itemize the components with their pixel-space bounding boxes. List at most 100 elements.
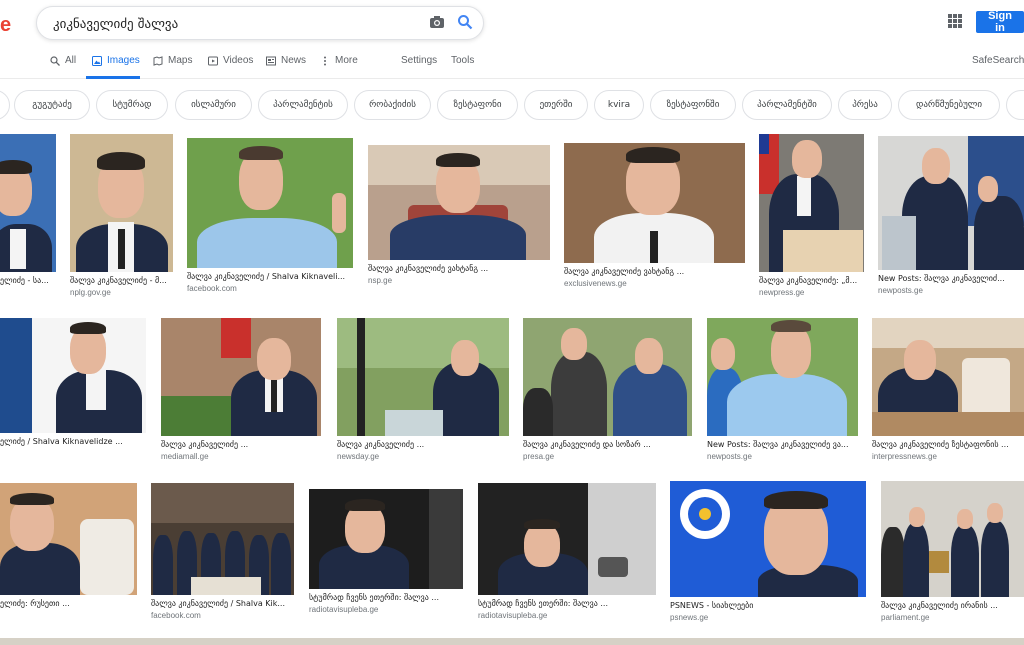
result-caption[interactable]: ელიძე / Shalva Kiknavelidze ... xyxy=(0,437,146,446)
result-thumbnail[interactable] xyxy=(151,483,294,595)
chip[interactable]: ეთერში xyxy=(524,90,588,120)
result-thumbnail[interactable] xyxy=(337,318,509,436)
tab-images[interactable]: Images xyxy=(92,55,140,66)
result-source[interactable]: newposts.ge xyxy=(707,452,858,461)
image-result[interactable]: შალვა კიკნაველიძე ირანის ... parliament.… xyxy=(881,481,1024,622)
sign-in-button[interactable]: Sign in xyxy=(976,10,1024,34)
apps-grid-icon[interactable] xyxy=(948,14,962,28)
image-result[interactable]: შალვა კიკნაველიძე: „მ... newpress.ge xyxy=(759,134,864,297)
result-source[interactable]: presa.ge xyxy=(523,452,692,461)
image-result[interactable]: New Posts: შალვა კიკნაველიძ... newposts.… xyxy=(878,136,1024,295)
image-result[interactable]: შალვა კიკნაველიძე ზესტაფონის ... interpr… xyxy=(872,318,1024,461)
result-caption[interactable]: შალვა კიკნაველიძე ირანის ... xyxy=(881,601,1024,610)
camera-icon[interactable] xyxy=(429,15,445,29)
result-thumbnail[interactable] xyxy=(0,318,146,433)
image-result[interactable]: შალვა კიკნაველიძე / Shalva Kiknaveli... … xyxy=(187,138,353,293)
result-caption[interactable]: შალვა კიკნაველიძე ვახტანგ ... xyxy=(564,267,745,276)
result-source[interactable]: parliament.ge xyxy=(881,613,1024,622)
chip[interactable]: გუგუტაძე xyxy=(14,90,90,120)
image-result[interactable]: ელიძე - სა... xyxy=(0,134,56,288)
result-source[interactable]: nsp.ge xyxy=(368,276,550,285)
chip-partial[interactable] xyxy=(1006,90,1024,120)
image-result[interactable]: შალვა კიკნაველიძე / Shalva Kik... facebo… xyxy=(151,483,294,620)
result-caption[interactable]: შალვა კიკნაველიძე ვახტანგ ... xyxy=(368,264,550,273)
image-result[interactable]: შალვა კიკნაველიძე და სოზარ ... presa.ge xyxy=(523,318,692,461)
result-caption[interactable]: New Posts: შალვა კიკნაველიძ... xyxy=(878,274,1024,283)
search-icon[interactable] xyxy=(457,14,473,30)
chip[interactable]: პრესა xyxy=(838,90,892,120)
result-source[interactable]: mediamall.ge xyxy=(161,452,321,461)
tab-more[interactable]: More xyxy=(320,55,358,66)
result-thumbnail[interactable] xyxy=(523,318,692,436)
result-caption[interactable]: სტუმრად ჩვენს ეთერში: შალვა ... xyxy=(478,599,656,608)
tab-maps[interactable]: Maps xyxy=(153,55,192,66)
result-caption[interactable]: სტუმრად ჩვენს ეთერში: შალვა ... xyxy=(309,593,463,602)
image-result[interactable]: PSNEWS - სიახლეები psnews.ge xyxy=(670,481,866,622)
google-logo[interactable]: e xyxy=(0,14,11,37)
result-source[interactable]: radiotavisupleba.ge xyxy=(309,605,463,614)
tab-settings[interactable]: Settings xyxy=(401,55,437,66)
result-source[interactable]: newposts.ge xyxy=(878,286,1024,295)
result-thumbnail[interactable] xyxy=(0,483,137,595)
tab-tools[interactable]: Tools xyxy=(451,55,474,66)
result-source[interactable]: facebook.com xyxy=(151,611,294,620)
result-thumbnail[interactable] xyxy=(564,143,745,263)
chip[interactable]: რობაქიძის xyxy=(354,90,431,120)
tab-videos[interactable]: Videos xyxy=(208,55,253,66)
image-result[interactable]: შალვა კიკნაველიძე - მ... nplg.gov.ge xyxy=(70,134,173,297)
result-caption[interactable]: ელიძე: რუსეთი ... xyxy=(0,599,137,608)
image-result[interactable]: შალვა კიკნაველიძე ... newsday.ge xyxy=(337,318,509,461)
result-thumbnail[interactable] xyxy=(161,318,321,436)
result-source[interactable]: interpressnews.ge xyxy=(872,452,1024,461)
result-caption[interactable]: შალვა კიკნაველიძე ... xyxy=(337,440,509,449)
result-thumbnail[interactable] xyxy=(187,138,353,268)
chip[interactable]: ზესტაფონი xyxy=(437,90,518,120)
result-caption[interactable]: შალვა კიკნაველიძე / Shalva Kiknaveli... xyxy=(187,272,353,281)
tab-news[interactable]: News xyxy=(266,55,306,66)
search-input[interactable] xyxy=(51,13,415,35)
image-result[interactable]: ელიძე: რუსეთი ... xyxy=(0,483,137,611)
chip[interactable]: ზესტაფონში xyxy=(650,90,736,120)
image-result[interactable]: სტუმრად ჩვენს ეთერში: შალვა ... radiotav… xyxy=(309,489,463,614)
result-caption[interactable]: New Posts: შალვა კიკნაველიძე ვა... xyxy=(707,440,858,449)
result-source[interactable]: exclusivenews.ge xyxy=(564,279,745,288)
result-source[interactable]: radiotavisupleba.ge xyxy=(478,611,656,620)
image-result[interactable]: შალვა კიკნაველიძე ... mediamall.ge xyxy=(161,318,321,461)
image-result[interactable]: New Posts: შალვა კიკნაველიძე ვა... newpo… xyxy=(707,318,858,461)
result-thumbnail[interactable] xyxy=(878,136,1024,270)
result-caption[interactable]: შალვა კიკნაველიძე: „მ... xyxy=(759,276,864,285)
result-caption[interactable]: შალვა კიკნაველიძე / Shalva Kik... xyxy=(151,599,294,608)
result-source[interactable]: newpress.ge xyxy=(759,288,864,297)
result-thumbnail[interactable] xyxy=(872,318,1024,436)
chip[interactable]: kvira xyxy=(594,90,644,120)
result-caption[interactable]: შალვა კიკნაველიძე ზესტაფონის ... xyxy=(872,440,1024,449)
image-result[interactable]: შალვა კიკნაველიძე ვახტანგ ... nsp.ge xyxy=(368,145,550,285)
chip[interactable]: პარლამენტში xyxy=(742,90,832,120)
chip[interactable]: დარწმუნებული xyxy=(898,90,1000,120)
result-thumbnail[interactable] xyxy=(670,481,866,597)
image-result[interactable]: ელიძე / Shalva Kiknavelidze ... xyxy=(0,318,146,449)
chip[interactable]: ისლამური xyxy=(175,90,252,120)
chip[interactable]: სტუმრად xyxy=(96,90,168,120)
result-thumbnail[interactable] xyxy=(0,134,56,272)
image-result[interactable]: შალვა კიკნაველიძე ვახტანგ ... exclusiven… xyxy=(564,143,745,288)
result-source[interactable]: facebook.com xyxy=(187,284,353,293)
result-caption[interactable]: ელიძე - სა... xyxy=(0,276,56,285)
result-caption[interactable]: შალვა კიკნაველიძე და სოზარ ... xyxy=(523,440,692,449)
result-source[interactable]: nplg.gov.ge xyxy=(70,288,173,297)
result-thumbnail[interactable] xyxy=(309,489,463,589)
result-source[interactable]: psnews.ge xyxy=(670,613,866,622)
tab-all[interactable]: All xyxy=(50,55,76,66)
result-thumbnail[interactable] xyxy=(881,481,1024,597)
result-thumbnail[interactable] xyxy=(70,134,173,272)
result-source[interactable]: newsday.ge xyxy=(337,452,509,461)
result-thumbnail[interactable] xyxy=(478,483,656,595)
chip[interactable]: პარლამენტის xyxy=(258,90,348,120)
result-caption[interactable]: შალვა კიკნაველიძე - მ... xyxy=(70,276,173,285)
chip-partial[interactable] xyxy=(0,90,10,120)
safesearch-dropdown[interactable]: SafeSearch▾ xyxy=(972,55,1024,66)
result-thumbnail[interactable] xyxy=(707,318,858,436)
image-result[interactable]: სტუმრად ჩვენს ეთერში: შალვა ... radiotav… xyxy=(478,483,656,620)
result-thumbnail[interactable] xyxy=(368,145,550,260)
result-caption[interactable]: PSNEWS - სიახლეები xyxy=(670,601,866,610)
